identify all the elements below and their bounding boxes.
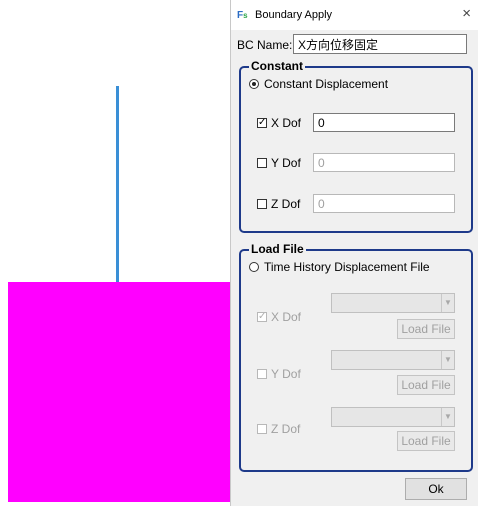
checkbox-unchecked-icon[interactable]: [257, 199, 267, 209]
constant-x-dof-checkbox[interactable]: ✓ X Dof: [257, 116, 301, 130]
title-bar[interactable]: Fs Boundary Apply ×: [231, 0, 478, 30]
constant-displacement-radio[interactable]: Constant Displacement: [249, 77, 388, 91]
checkbox-checked-icon[interactable]: ✓: [257, 118, 267, 128]
time-history-radio[interactable]: Time History Displacement File: [249, 260, 430, 274]
checkbox-unchecked-icon[interactable]: [257, 158, 267, 168]
constant-x-dof-input[interactable]: [313, 113, 455, 132]
load-x-dof-checkbox: ✓ X Dof: [257, 310, 301, 324]
radio-selected-icon[interactable]: [249, 79, 259, 89]
constant-z-dof-input: [313, 194, 455, 213]
load-file-group-title: Load File: [249, 242, 306, 256]
boundary-apply-dialog: Fs Boundary Apply × BC Name: Constant Co…: [230, 0, 478, 506]
model-beam-line: [116, 86, 119, 286]
constant-y-dof-input: [313, 153, 455, 172]
checkbox-unchecked-icon: [257, 424, 267, 434]
close-icon[interactable]: ×: [462, 6, 471, 22]
model-solid-block: [8, 282, 230, 502]
constant-y-dof-checkbox[interactable]: Y Dof: [257, 156, 301, 170]
window-title: Boundary Apply: [255, 9, 333, 21]
load-z-dof-label: Z Dof: [271, 422, 301, 436]
load-z-file-button: Load File: [397, 431, 455, 451]
viewport-canvas[interactable]: [0, 0, 230, 506]
load-z-file-combo: ▼: [331, 407, 455, 427]
constant-z-dof-checkbox[interactable]: Z Dof: [257, 197, 300, 211]
chevron-down-icon: ▼: [441, 294, 454, 312]
constant-y-dof-label: Y Dof: [271, 156, 301, 170]
load-file-groupbox: Load File Time History Displacement File…: [239, 242, 473, 472]
constant-groupbox: Constant Constant Displacement ✓ X Dof Y…: [239, 59, 473, 233]
radio-unselected-icon[interactable]: [249, 262, 259, 272]
load-y-file-combo: ▼: [331, 350, 455, 370]
constant-group-title: Constant: [249, 59, 305, 73]
load-y-dof-checkbox: Y Dof: [257, 367, 301, 381]
app-logo-icon: Fs: [237, 10, 248, 21]
load-x-dof-label: X Dof: [271, 310, 302, 324]
constant-z-dof-label: Z Dof: [271, 197, 301, 211]
checkbox-unchecked-icon: [257, 369, 267, 379]
ok-button[interactable]: Ok: [405, 478, 467, 500]
load-x-file-button: Load File: [397, 319, 455, 339]
chevron-down-icon: ▼: [441, 408, 454, 426]
constant-displacement-label: Constant Displacement: [264, 77, 389, 91]
load-z-dof-checkbox: Z Dof: [257, 422, 300, 436]
time-history-label: Time History Displacement File: [264, 260, 430, 274]
load-x-file-combo: ▼: [331, 293, 455, 313]
load-y-file-button: Load File: [397, 375, 455, 395]
constant-x-dof-label: X Dof: [271, 116, 302, 130]
load-y-dof-label: Y Dof: [271, 367, 301, 381]
checkbox-checked-icon: ✓: [257, 311, 267, 322]
bc-name-label: BC Name:: [237, 38, 293, 52]
bc-name-input[interactable]: [293, 34, 467, 54]
chevron-down-icon: ▼: [441, 351, 454, 369]
